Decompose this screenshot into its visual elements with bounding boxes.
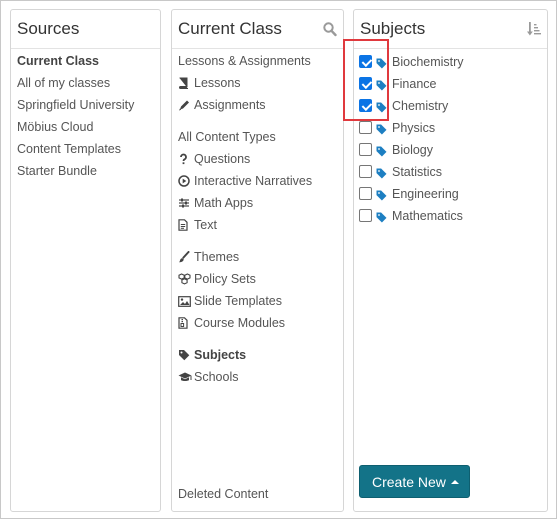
sliders-icon: [178, 197, 191, 209]
class-schools-label: Schools: [194, 370, 239, 384]
subjects-title: Subjects: [360, 19, 426, 38]
sources-title: Sources: [17, 19, 80, 38]
subject-label[interactable]: Biology: [392, 142, 433, 158]
class-themes-label: Themes: [194, 250, 240, 264]
class-policy-sets-label: Policy Sets: [194, 272, 256, 286]
subject-checkbox[interactable]: [359, 209, 372, 222]
source-starter-bundle[interactable]: Starter Bundle: [17, 163, 97, 179]
search-icon[interactable]: [323, 21, 337, 37]
caret-up-icon: [451, 480, 459, 484]
subject-checkbox[interactable]: [359, 143, 372, 156]
subject-checkbox[interactable]: [359, 187, 372, 200]
class-interactive-narratives[interactable]: Interactive Narratives: [178, 173, 312, 189]
highlight-box: [343, 39, 389, 121]
subject-label[interactable]: Statistics: [392, 164, 442, 180]
class-text-label: Text: [194, 218, 217, 232]
class-all-content-types[interactable]: All Content Types: [178, 129, 276, 145]
tag-icon: [178, 349, 191, 361]
class-text[interactable]: Text: [178, 217, 217, 233]
document-icon: [178, 219, 191, 231]
tag-icon: [376, 210, 387, 223]
subject-label[interactable]: Physics: [392, 120, 435, 136]
subject-label[interactable]: Finance: [392, 76, 436, 92]
cubes-icon: [178, 273, 191, 285]
sources-panel: Sources Current Class All of my classes …: [10, 9, 161, 512]
class-slide-templates-label: Slide Templates: [194, 294, 283, 308]
play-circle-icon: [178, 175, 191, 187]
class-subjects-label: Subjects: [194, 348, 247, 362]
current-class-header: Current Class: [172, 10, 343, 49]
class-math-apps-label: Math Apps: [194, 196, 254, 210]
class-questions-label: Questions: [194, 152, 251, 166]
create-new-label: Create New: [372, 474, 446, 490]
subject-label[interactable]: Mathematics: [392, 208, 463, 224]
subject-label[interactable]: Chemistry: [392, 98, 448, 114]
class-subjects[interactable]: Subjects: [178, 347, 246, 363]
create-new-button[interactable]: Create New: [359, 465, 470, 498]
subject-label[interactable]: Biochemistry: [392, 54, 464, 70]
class-course-modules[interactable]: Course Modules: [178, 315, 285, 331]
class-deleted-content[interactable]: Deleted Content: [178, 486, 268, 502]
class-policy-sets[interactable]: Policy Sets: [178, 271, 256, 287]
current-class-title: Current Class: [178, 19, 282, 38]
source-springfield-university[interactable]: Springfield University: [17, 97, 134, 113]
sources-header: Sources: [11, 10, 160, 49]
question-icon: [178, 153, 191, 165]
class-assignments-label: Assignments: [194, 98, 266, 112]
class-questions[interactable]: Questions: [178, 151, 250, 167]
book-icon: [178, 77, 191, 89]
class-lessons-label: Lessons: [194, 76, 241, 90]
subject-checkbox[interactable]: [359, 165, 372, 178]
class-course-modules-label: Course Modules: [194, 316, 286, 330]
image-icon: [178, 296, 191, 307]
paintbrush-icon: [178, 251, 191, 263]
tag-icon: [376, 188, 387, 201]
tag-icon: [376, 144, 387, 157]
subject-label[interactable]: Engineering: [392, 186, 459, 202]
pencil-icon: [178, 99, 191, 111]
class-assignments[interactable]: Assignments: [178, 97, 266, 113]
file-archive-icon: [178, 317, 191, 329]
source-current-class[interactable]: Current Class: [17, 53, 99, 69]
tag-icon: [376, 166, 387, 179]
source-mobius-cloud[interactable]: Möbius Cloud: [17, 119, 93, 135]
class-lessons[interactable]: Lessons: [178, 75, 241, 91]
subject-checkbox[interactable]: [359, 121, 372, 134]
class-interactive-narratives-label: Interactive Narratives: [194, 174, 313, 188]
class-schools[interactable]: Schools: [178, 369, 238, 385]
tag-icon: [376, 122, 387, 135]
sort-icon[interactable]: [527, 21, 541, 37]
class-themes[interactable]: Themes: [178, 249, 239, 265]
class-slide-templates[interactable]: Slide Templates: [178, 293, 282, 309]
class-math-apps[interactable]: Math Apps: [178, 195, 253, 211]
source-content-templates[interactable]: Content Templates: [17, 141, 121, 157]
class-lessons-assignments[interactable]: Lessons & Assignments: [178, 53, 311, 69]
current-class-panel: Current Class Lessons & Assignments Less…: [171, 9, 344, 512]
graduation-cap-icon: [178, 371, 192, 383]
source-all-classes[interactable]: All of my classes: [17, 75, 110, 91]
